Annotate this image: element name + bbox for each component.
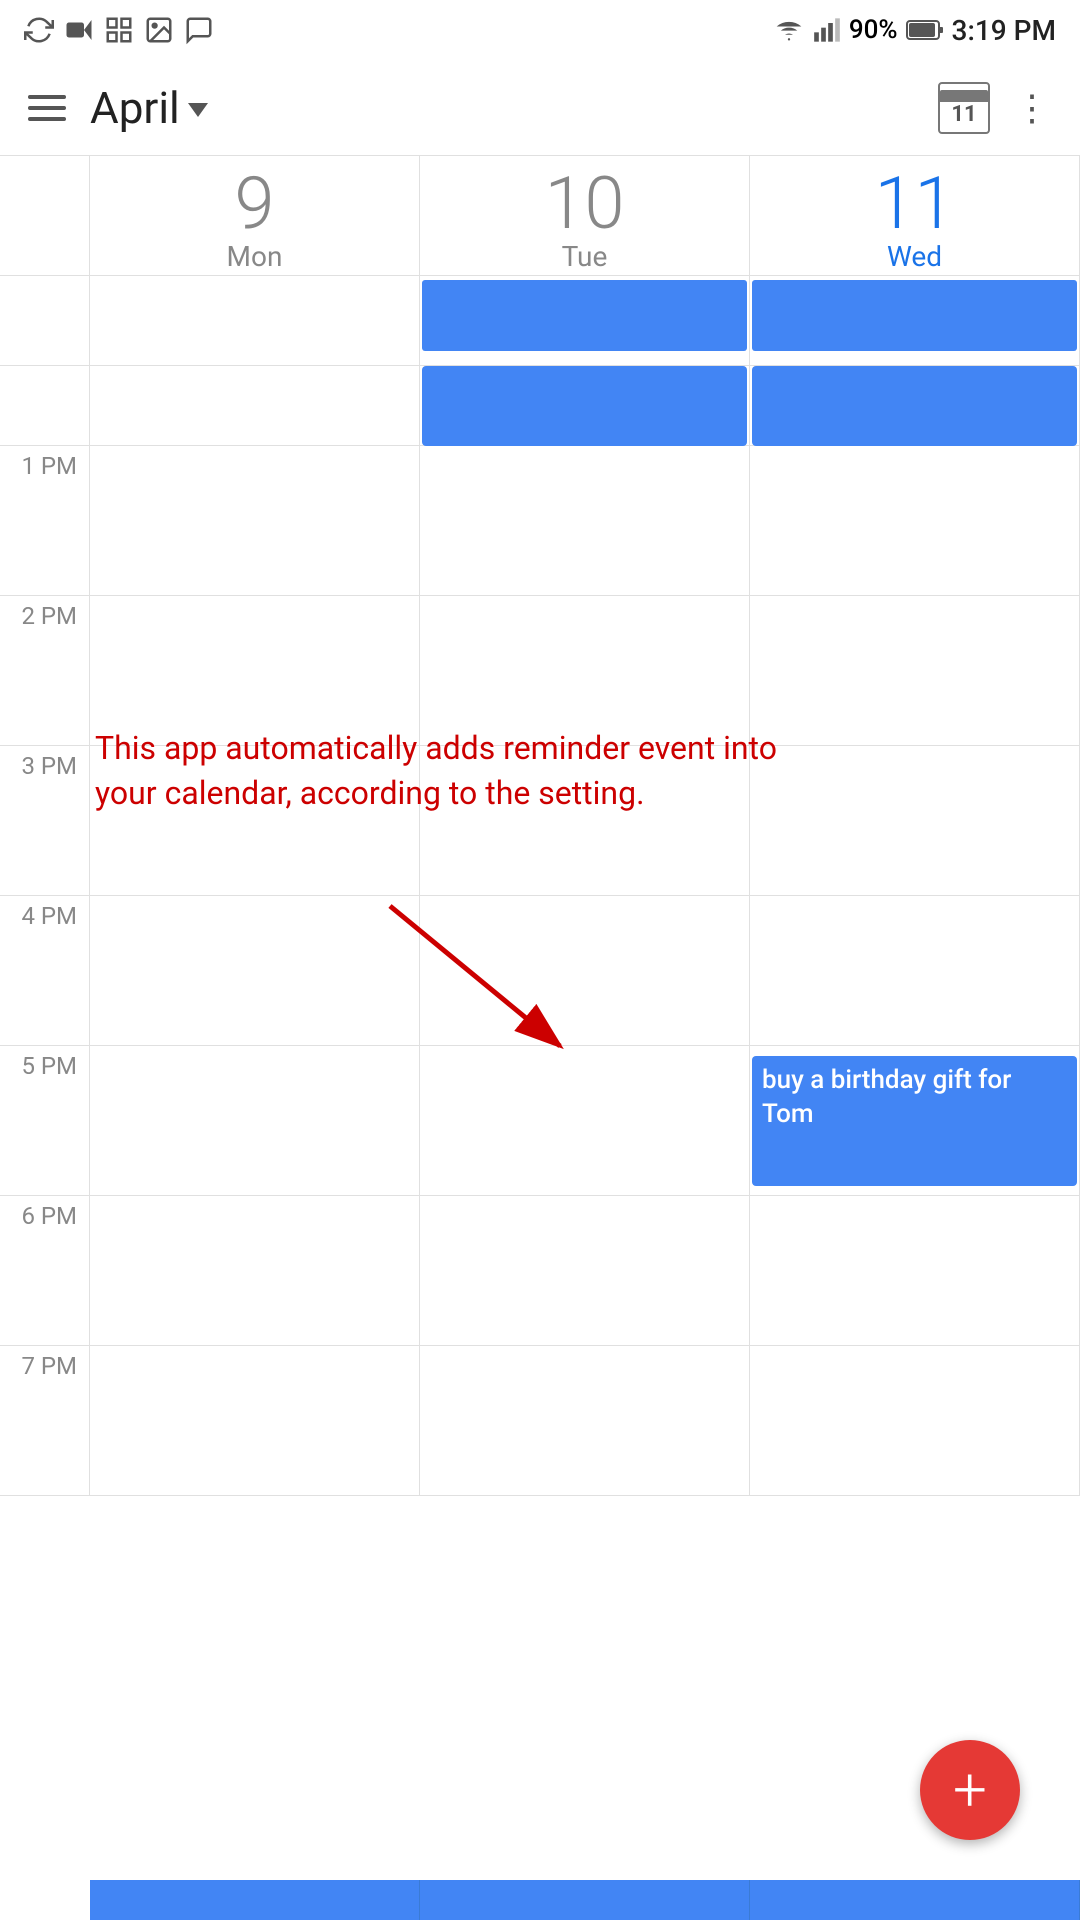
time-label-4pm: 4 PM	[0, 896, 90, 1045]
menu-button[interactable]	[28, 95, 66, 121]
time-cell-tue-3pm[interactable]	[420, 746, 750, 895]
time-label-1pm: 1 PM	[0, 446, 90, 595]
chat-icon	[184, 15, 214, 45]
all-day-event-wed[interactable]	[752, 280, 1077, 351]
all-day-wed[interactable]	[750, 276, 1080, 365]
time-cell-tue-7pm[interactable]	[420, 1346, 750, 1495]
today-day-number: 11	[951, 104, 976, 126]
time-display: 3:19 PM	[952, 14, 1056, 47]
bottom-event-wed[interactable]	[750, 1880, 1080, 1920]
time-row-2pm: 2 PM	[0, 596, 1080, 746]
time-label-5pm: 5 PM	[0, 1046, 90, 1195]
time-row-4pm: 4 PM	[0, 896, 1080, 1046]
time-gutter-header	[0, 156, 90, 285]
app-toolbar: April 11 ⋮	[0, 60, 1080, 156]
time-cell-wed-3pm[interactable]	[750, 746, 1080, 895]
signal-icon	[813, 16, 841, 44]
status-right-icons: 90% 3:19 PM	[773, 14, 1056, 47]
time-cell-mon-1pm[interactable]	[90, 446, 420, 595]
time-cell-wed-1pm[interactable]	[750, 446, 1080, 595]
time-cell-tue-2pm[interactable]	[420, 596, 750, 745]
month-label: April	[90, 82, 180, 134]
time-label-noon	[0, 366, 90, 445]
time-label-3pm: 3 PM	[0, 746, 90, 895]
time-cell-tue-5pm[interactable]	[420, 1046, 750, 1195]
day-number-11: 11	[875, 168, 955, 240]
time-cell-mon-7pm[interactable]	[90, 1346, 420, 1495]
time-row-noon	[0, 366, 1080, 446]
wifi-icon	[773, 16, 805, 44]
bottom-gutter	[0, 1880, 90, 1920]
time-cell-mon-noon[interactable]	[90, 366, 420, 445]
status-bar: 90% 3:19 PM	[0, 0, 1080, 60]
time-cell-mon-5pm[interactable]	[90, 1046, 420, 1195]
time-cell-mon-3pm[interactable]	[90, 746, 420, 895]
time-row-5pm: 5 PM buy a birthday gift for Tom	[0, 1046, 1080, 1196]
toolbar-right: 11 ⋮	[938, 82, 1052, 134]
time-label-6pm: 6 PM	[0, 1196, 90, 1345]
time-cell-tue-1pm[interactable]	[420, 446, 750, 595]
day-number-10: 10	[545, 168, 625, 240]
time-cell-wed-5pm[interactable]: buy a birthday gift for Tom	[750, 1046, 1080, 1195]
all-day-mon	[90, 276, 420, 365]
time-cell-tue-noon[interactable]	[420, 366, 750, 445]
time-cell-mon-2pm[interactable]	[90, 596, 420, 745]
time-label-2pm: 2 PM	[0, 596, 90, 745]
time-cell-wed-7pm[interactable]	[750, 1346, 1080, 1495]
all-day-row	[0, 276, 1080, 366]
month-dropdown-arrow	[188, 103, 208, 117]
bottom-event-tue[interactable]	[420, 1880, 750, 1920]
day-header-mon[interactable]: 9 Mon	[90, 156, 420, 285]
event-block-wed-noon[interactable]	[752, 366, 1077, 446]
grid-icon	[104, 15, 134, 45]
time-cell-wed-6pm[interactable]	[750, 1196, 1080, 1345]
time-row-3pm: 3 PM	[0, 746, 1080, 896]
time-cell-mon-6pm[interactable]	[90, 1196, 420, 1345]
birthday-gift-event-label: buy a birthday gift for Tom	[762, 1065, 1011, 1129]
sync-icon	[24, 15, 54, 45]
time-label-7pm: 7 PM	[0, 1346, 90, 1495]
image-icon	[144, 15, 174, 45]
day-number-9: 9	[235, 168, 275, 240]
calendar-view: 9 Mon 10 Tue 11 Wed	[0, 156, 1080, 1496]
day-header-row: 9 Mon 10 Tue 11 Wed	[0, 156, 1080, 276]
time-row-7pm: 7 PM	[0, 1346, 1080, 1496]
time-cell-tue-4pm[interactable]	[420, 896, 750, 1045]
time-row-6pm: 6 PM	[0, 1196, 1080, 1346]
day-header-wed[interactable]: 11 Wed	[750, 156, 1080, 285]
bottom-strip	[0, 1880, 1080, 1920]
time-cell-wed-4pm[interactable]	[750, 896, 1080, 1045]
all-day-tue[interactable]	[420, 276, 750, 365]
day-label-tue: Tue	[562, 240, 608, 273]
month-selector[interactable]: April	[90, 82, 208, 134]
toolbar-left: April	[28, 82, 208, 134]
fab-plus-icon: +	[953, 1760, 987, 1820]
time-cell-wed-noon[interactable]	[750, 366, 1080, 445]
add-event-fab[interactable]: +	[920, 1740, 1020, 1840]
time-cell-wed-2pm[interactable]	[750, 596, 1080, 745]
time-cell-mon-4pm[interactable]	[90, 896, 420, 1045]
time-row-1pm: 1 PM	[0, 446, 1080, 596]
bottom-event-mon[interactable]	[90, 1880, 420, 1920]
day-label-mon: Mon	[227, 240, 283, 273]
battery-percentage: 90%	[849, 15, 898, 45]
all-day-event-tue[interactable]	[422, 280, 747, 351]
more-options-button[interactable]: ⋮	[1014, 87, 1052, 129]
day-header-tue[interactable]: 10 Tue	[420, 156, 750, 285]
all-day-gutter	[0, 276, 90, 365]
today-button[interactable]: 11	[938, 82, 990, 134]
battery-icon	[906, 18, 944, 42]
event-block-tue-noon[interactable]	[422, 366, 747, 446]
status-icons	[24, 15, 214, 45]
day-label-wed: Wed	[887, 240, 942, 273]
birthday-gift-event[interactable]: buy a birthday gift for Tom	[752, 1056, 1077, 1186]
time-cell-tue-6pm[interactable]	[420, 1196, 750, 1345]
video-icon	[64, 15, 94, 45]
